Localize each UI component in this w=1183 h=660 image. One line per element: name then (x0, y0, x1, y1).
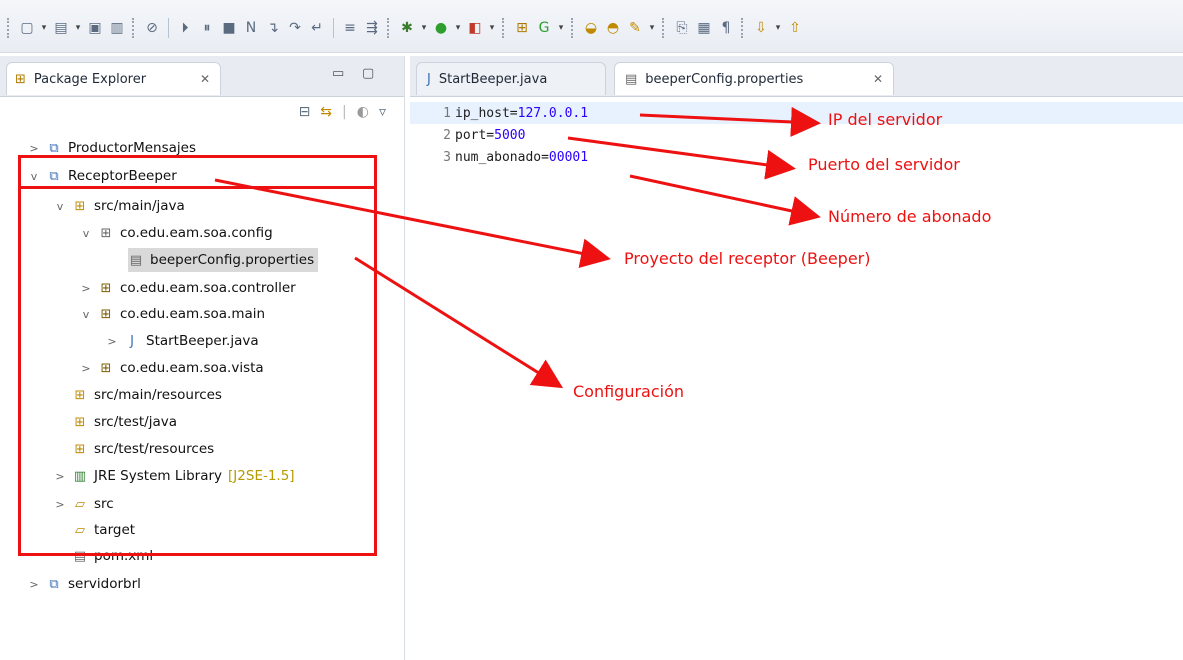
toolbar-grip[interactable] (7, 18, 12, 38)
tab-label: Package Explorer (33, 71, 147, 87)
disconnect-icon[interactable]: N (241, 18, 261, 38)
project-icon: ⧉ (49, 140, 59, 156)
view-toolbar: ⊟ ⇆ | ◐ ▿ (299, 104, 386, 120)
main-toolbar: ▢ ▾ ▤ ▾ ▣ ▥ ⊘ ⏵ ⏸ ■ N ↴ ↷ ↵ ≡ ⇶ ✱ ▾ ● ▾ ◧ ▾ ⊞… (0, 0, 1183, 53)
new-java-project-icon[interactable]: ⊞ (512, 18, 532, 38)
toolbar-grip[interactable] (502, 18, 507, 38)
suspend-icon[interactable]: ⏸ (197, 18, 217, 38)
package-explorer-tabbar: ⊞ Package Explorer ✕ ▭ ▢ (0, 56, 404, 97)
minimize-icon[interactable]: ▭ (332, 66, 344, 81)
terminate-icon[interactable]: ■ (219, 18, 239, 38)
property-key: num_abonado= (455, 149, 549, 165)
link-with-editor-icon[interactable]: ⇆ (320, 104, 332, 120)
line-number: 3 (443, 149, 451, 165)
run-icon[interactable]: ● (431, 18, 451, 38)
focus-icon[interactable]: ◐ (357, 104, 369, 120)
external-tools-icon[interactable]: ◧ (465, 18, 485, 38)
use-step-filters-icon[interactable]: ⇶ (362, 18, 382, 38)
editor-area: J StartBeeper.java ▤ beeperConfig.proper… (410, 56, 1183, 660)
new-icon[interactable]: ▢ (17, 18, 37, 38)
toolbar-grip[interactable] (387, 18, 392, 38)
external-tools-dropdown[interactable]: ▾ (487, 18, 497, 38)
tab-label: beeperConfig.properties (645, 71, 804, 87)
property-key: port= (455, 127, 495, 143)
previous-annotation-icon[interactable]: ⇧ (785, 18, 805, 38)
annotation-project: Proyecto del receptor (Beeper) (624, 249, 871, 268)
new-class-dropdown[interactable]: ▾ (556, 18, 566, 38)
step-into-icon[interactable]: ↴ (263, 18, 283, 38)
show-whitespace-icon[interactable]: ¶ (716, 18, 736, 38)
view-menu-icon[interactable]: ▿ (379, 104, 386, 120)
tab-label: StartBeeper.java (438, 71, 548, 87)
maximize-icon[interactable]: ▢ (362, 66, 374, 81)
toolbar-grip[interactable] (741, 18, 746, 38)
toggle-mark-icon[interactable]: ⎘ (672, 18, 692, 38)
search-icon[interactable]: ✎ (625, 18, 645, 38)
open-task-icon[interactable]: ◓ (603, 18, 623, 38)
annotation-port: Puerto del servidor (808, 155, 960, 174)
chevron-right-icon[interactable]: > (28, 578, 40, 591)
open-type-icon[interactable]: ◒ (581, 18, 601, 38)
close-icon[interactable]: ✕ (200, 72, 210, 86)
code-line[interactable]: 2 port= 5000 (410, 124, 1183, 146)
tree-item-label: servidorbrl (68, 576, 141, 592)
package-explorer-icon: ⊞ (15, 71, 26, 87)
new-wizard-icon[interactable]: ▤ (51, 18, 71, 38)
property-value: 127.0.0.1 (517, 105, 589, 121)
tab-package-explorer[interactable]: ⊞ Package Explorer ✕ (6, 62, 221, 95)
next-annotation-dropdown[interactable]: ▾ (773, 18, 783, 38)
toolbar-grip[interactable] (132, 18, 137, 38)
annotation-config: Configuración (573, 382, 685, 401)
property-key: ip_host= (455, 105, 518, 121)
tab-beeperconfig-properties[interactable]: ▤ beeperConfig.properties ✕ (614, 62, 894, 95)
code-line[interactable]: 3 num_abonado= 00001 (410, 146, 1183, 168)
toolbar-separator (168, 18, 169, 38)
code-line[interactable]: 1 ip_host= 127.0.0.1 (410, 102, 1183, 124)
collapse-all-icon[interactable]: ⊟ (299, 104, 311, 120)
save-all-icon[interactable]: ▥ (107, 18, 127, 38)
skip-breakpoints-icon[interactable]: ⊘ (142, 18, 162, 38)
tree-item-servidorbrl[interactable]: > ⧉ servidorbrl (28, 572, 141, 596)
java-file-icon: J (427, 71, 431, 87)
toolbar-separator (333, 18, 334, 38)
step-return-icon[interactable]: ↵ (307, 18, 327, 38)
toolbar-grip[interactable] (662, 18, 667, 38)
resume-icon[interactable]: ⏵ (175, 18, 195, 38)
toolbar-row: ▢ ▾ ▤ ▾ ▣ ▥ ⊘ ⏵ ⏸ ■ N ↴ ↷ ↵ ≡ ⇶ ✱ ▾ ● ▾ ◧ ▾ ⊞… (4, 14, 805, 42)
toolbar-grip[interactable] (571, 18, 576, 38)
tree-item-label: ProductorMensajes (68, 140, 196, 156)
step-over-icon[interactable]: ↷ (285, 18, 305, 38)
annotation-ip: IP del servidor (828, 110, 943, 129)
project-icon: ⧉ (49, 576, 59, 592)
highlight-box (18, 155, 377, 556)
properties-file-icon: ▤ (625, 71, 638, 87)
search-dropdown[interactable]: ▾ (647, 18, 657, 38)
property-value: 00001 (548, 149, 589, 165)
save-icon[interactable]: ▣ (85, 18, 105, 38)
line-number: 1 (443, 105, 451, 121)
toolbar-separator: | (342, 104, 347, 120)
property-value: 5000 (494, 127, 526, 143)
close-icon[interactable]: ✕ (873, 72, 883, 86)
new-wizard-dropdown[interactable]: ▾ (73, 18, 83, 38)
block-selection-icon[interactable]: ▦ (694, 18, 714, 38)
chevron-right-icon[interactable]: > (28, 142, 40, 155)
new-java-class-icon[interactable]: G (534, 18, 554, 38)
next-annotation-icon[interactable]: ⇩ (751, 18, 771, 38)
debug-dropdown[interactable]: ▾ (419, 18, 429, 38)
tab-startbeeper-java[interactable]: J StartBeeper.java (416, 62, 606, 95)
run-dropdown[interactable]: ▾ (453, 18, 463, 38)
line-number: 2 (443, 127, 451, 143)
annotation-abonado: Número de abonado (828, 207, 992, 226)
new-dropdown[interactable]: ▾ (39, 18, 49, 38)
editor-tabbar: J StartBeeper.java ▤ beeperConfig.proper… (410, 56, 1183, 97)
debug-icon[interactable]: ✱ (397, 18, 417, 38)
drop-to-frame-icon[interactable]: ≡ (340, 18, 360, 38)
highlight-divider (18, 186, 377, 189)
